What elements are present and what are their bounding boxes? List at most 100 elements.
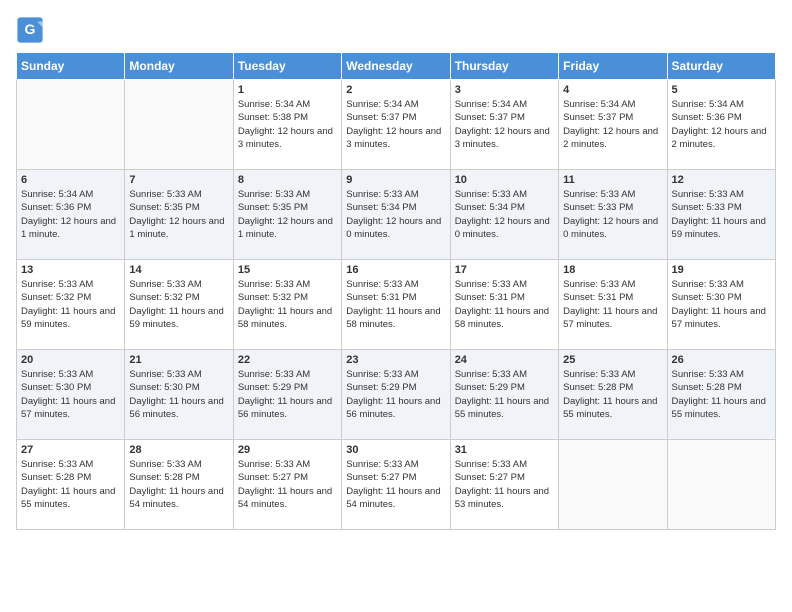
calendar-week-1: 6 Sunrise: 5:34 AM Sunset: 5:36 PM Daylig… (17, 170, 776, 260)
calendar-week-3: 20 Sunrise: 5:33 AM Sunset: 5:30 PM Dayli… (17, 350, 776, 440)
calendar-cell: 13 Sunrise: 5:33 AM Sunset: 5:32 PM Dayli… (17, 260, 125, 350)
day-number: 18 (563, 264, 662, 276)
calendar-cell (667, 440, 775, 530)
day-info: Sunrise: 5:33 AM Sunset: 5:29 PM Dayligh… (238, 368, 337, 421)
day-info: Sunrise: 5:33 AM Sunset: 5:31 PM Dayligh… (455, 278, 554, 331)
day-number: 12 (672, 174, 771, 186)
day-number: 15 (238, 264, 337, 276)
day-number: 14 (129, 264, 228, 276)
day-info: Sunrise: 5:33 AM Sunset: 5:30 PM Dayligh… (672, 278, 771, 331)
calendar-cell: 3 Sunrise: 5:34 AM Sunset: 5:37 PM Daylig… (450, 80, 558, 170)
day-info: Sunrise: 5:33 AM Sunset: 5:29 PM Dayligh… (346, 368, 445, 421)
day-info: Sunrise: 5:33 AM Sunset: 5:30 PM Dayligh… (21, 368, 120, 421)
calendar-cell: 12 Sunrise: 5:33 AM Sunset: 5:33 PM Dayli… (667, 170, 775, 260)
day-info: Sunrise: 5:34 AM Sunset: 5:37 PM Dayligh… (455, 98, 554, 151)
day-number: 4 (563, 84, 662, 96)
calendar-cell: 20 Sunrise: 5:33 AM Sunset: 5:30 PM Dayli… (17, 350, 125, 440)
day-number: 27 (21, 444, 120, 456)
calendar-cell: 9Sunrise: 5:33 AM Sunset: 5:34 PM Daylig… (342, 170, 450, 260)
day-info: Sunrise: 5:33 AM Sunset: 5:32 PM Dayligh… (129, 278, 228, 331)
day-info: Sunrise: 5:33 AM Sunset: 5:28 PM Dayligh… (563, 368, 662, 421)
calendar-cell: 24 Sunrise: 5:33 AM Sunset: 5:29 PM Dayli… (450, 350, 558, 440)
day-number: 9 (346, 174, 445, 186)
calendar-cell: 11Sunrise: 5:33 AM Sunset: 5:33 PM Dayli… (559, 170, 667, 260)
weekday-header-thursday: Thursday (450, 53, 558, 80)
day-number: 10 (455, 174, 554, 186)
calendar-week-0: 1 Sunrise: 5:34 AM Sunset: 5:38 PM Daylig… (17, 80, 776, 170)
day-info: Sunrise: 5:33 AM Sunset: 5:30 PM Dayligh… (129, 368, 228, 421)
day-info: Sunrise: 5:33 AM Sunset: 5:27 PM Dayligh… (346, 458, 445, 511)
day-number: 11 (563, 174, 662, 186)
weekday-header-sunday: Sunday (17, 53, 125, 80)
day-number: 23 (346, 354, 445, 366)
calendar-cell (17, 80, 125, 170)
day-info: Sunrise: 5:33 AM Sunset: 5:33 PM Dayligh… (672, 188, 771, 241)
day-info: Sunrise: 5:34 AM Sunset: 5:38 PM Dayligh… (238, 98, 337, 151)
day-number: 31 (455, 444, 554, 456)
calendar-cell: 31Sunrise: 5:33 AM Sunset: 5:27 PM Dayli… (450, 440, 558, 530)
calendar-cell (125, 80, 233, 170)
day-info: Sunrise: 5:33 AM Sunset: 5:27 PM Dayligh… (238, 458, 337, 511)
calendar-cell: 10Sunrise: 5:33 AM Sunset: 5:34 PM Dayli… (450, 170, 558, 260)
day-number: 6 (21, 174, 120, 186)
calendar-header: SundayMondayTuesdayWednesdayThursdayFrid… (17, 53, 776, 80)
page-header: G (16, 16, 776, 44)
calendar-cell: 8 Sunrise: 5:33 AM Sunset: 5:35 PM Daylig… (233, 170, 341, 260)
calendar-cell (559, 440, 667, 530)
day-number: 21 (129, 354, 228, 366)
day-info: Sunrise: 5:33 AM Sunset: 5:28 PM Dayligh… (129, 458, 228, 511)
calendar-cell: 2 Sunrise: 5:34 AM Sunset: 5:37 PM Daylig… (342, 80, 450, 170)
day-number: 3 (455, 84, 554, 96)
weekday-header-friday: Friday (559, 53, 667, 80)
calendar-cell: 30 Sunrise: 5:33 AM Sunset: 5:27 PM Dayli… (342, 440, 450, 530)
day-number: 17 (455, 264, 554, 276)
weekday-header-monday: Monday (125, 53, 233, 80)
logo-icon: G (16, 16, 44, 44)
day-info: Sunrise: 5:33 AM Sunset: 5:35 PM Dayligh… (238, 188, 337, 241)
day-number: 7 (129, 174, 228, 186)
calendar-cell: 4 Sunrise: 5:34 AM Sunset: 5:37 PM Daylig… (559, 80, 667, 170)
day-number: 1 (238, 84, 337, 96)
calendar-cell: 17 Sunrise: 5:33 AM Sunset: 5:31 PM Dayli… (450, 260, 558, 350)
day-info: Sunrise: 5:33 AM Sunset: 5:28 PM Dayligh… (21, 458, 120, 511)
day-number: 28 (129, 444, 228, 456)
calendar-cell: 18Sunrise: 5:33 AM Sunset: 5:31 PM Dayli… (559, 260, 667, 350)
weekday-header-tuesday: Tuesday (233, 53, 341, 80)
weekday-header-saturday: Saturday (667, 53, 775, 80)
calendar-cell: 27 Sunrise: 5:33 AM Sunset: 5:28 PM Dayli… (17, 440, 125, 530)
day-number: 5 (672, 84, 771, 96)
day-number: 26 (672, 354, 771, 366)
day-info: Sunrise: 5:33 AM Sunset: 5:31 PM Dayligh… (346, 278, 445, 331)
day-info: Sunrise: 5:34 AM Sunset: 5:37 PM Dayligh… (563, 98, 662, 151)
calendar-cell: 14 Sunrise: 5:33 AM Sunset: 5:32 PM Dayli… (125, 260, 233, 350)
day-number: 22 (238, 354, 337, 366)
calendar-cell: 25Sunrise: 5:33 AM Sunset: 5:28 PM Dayli… (559, 350, 667, 440)
weekday-header-row: SundayMondayTuesdayWednesdayThursdayFrid… (17, 53, 776, 80)
day-number: 29 (238, 444, 337, 456)
calendar-cell: 21 Sunrise: 5:33 AM Sunset: 5:30 PM Dayli… (125, 350, 233, 440)
calendar-cell: 22 Sunrise: 5:33 AM Sunset: 5:29 PM Dayli… (233, 350, 341, 440)
day-number: 13 (21, 264, 120, 276)
calendar-cell: 28 Sunrise: 5:33 AM Sunset: 5:28 PM Dayli… (125, 440, 233, 530)
day-number: 16 (346, 264, 445, 276)
calendar-cell: 19Sunrise: 5:33 AM Sunset: 5:30 PM Dayli… (667, 260, 775, 350)
day-number: 20 (21, 354, 120, 366)
day-info: Sunrise: 5:34 AM Sunset: 5:36 PM Dayligh… (21, 188, 120, 241)
day-number: 8 (238, 174, 337, 186)
logo: G (16, 16, 48, 44)
calendar-cell: 7Sunrise: 5:33 AM Sunset: 5:35 PM Daylig… (125, 170, 233, 260)
day-info: Sunrise: 5:33 AM Sunset: 5:29 PM Dayligh… (455, 368, 554, 421)
calendar-table: SundayMondayTuesdayWednesdayThursdayFrid… (16, 52, 776, 530)
day-number: 24 (455, 354, 554, 366)
svg-text:G: G (25, 21, 36, 37)
day-info: Sunrise: 5:34 AM Sunset: 5:36 PM Dayligh… (672, 98, 771, 151)
calendar-body: 1 Sunrise: 5:34 AM Sunset: 5:38 PM Daylig… (17, 80, 776, 530)
day-info: Sunrise: 5:33 AM Sunset: 5:32 PM Dayligh… (21, 278, 120, 331)
calendar-cell: 29 Sunrise: 5:33 AM Sunset: 5:27 PM Dayli… (233, 440, 341, 530)
calendar-cell: 1 Sunrise: 5:34 AM Sunset: 5:38 PM Daylig… (233, 80, 341, 170)
day-info: Sunrise: 5:34 AM Sunset: 5:37 PM Dayligh… (346, 98, 445, 151)
calendar-week-4: 27 Sunrise: 5:33 AM Sunset: 5:28 PM Dayli… (17, 440, 776, 530)
day-number: 2 (346, 84, 445, 96)
day-number: 30 (346, 444, 445, 456)
weekday-header-wednesday: Wednesday (342, 53, 450, 80)
